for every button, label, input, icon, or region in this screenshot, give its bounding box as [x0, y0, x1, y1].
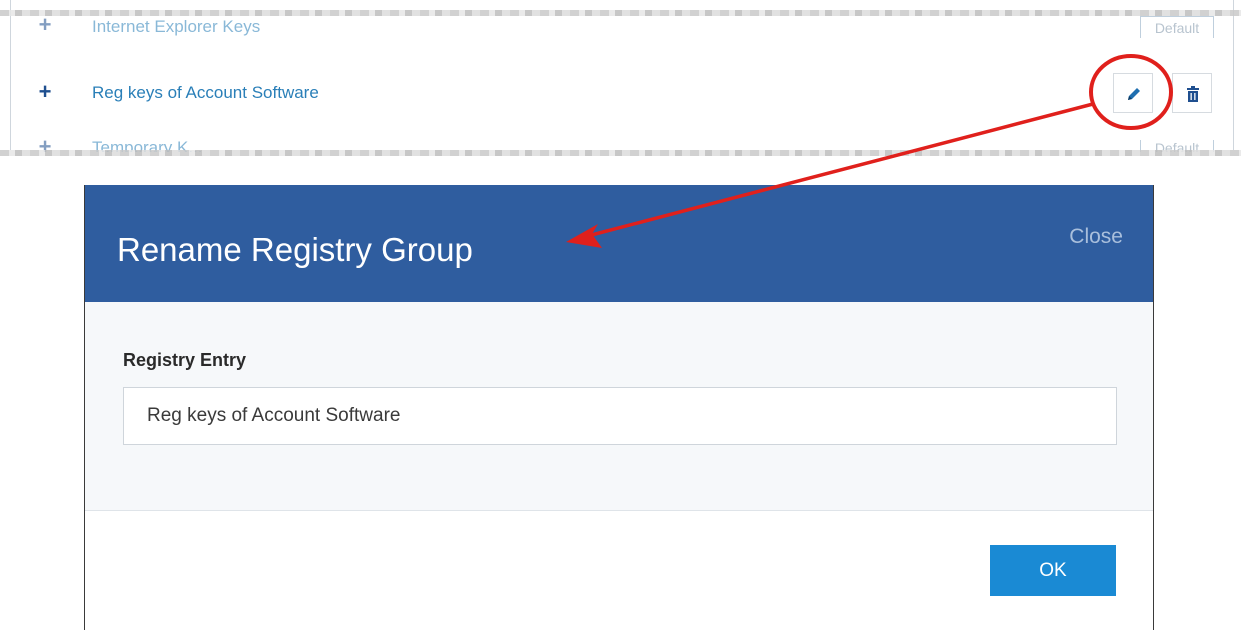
dialog-header: Rename Registry Group Close — [85, 185, 1153, 302]
ok-button[interactable]: OK — [990, 545, 1116, 596]
trash-icon — [1187, 86, 1199, 102]
rename-registry-group-dialog: Rename Registry Group Close Registry Ent… — [84, 185, 1154, 630]
torn-edge — [0, 10, 1241, 16]
default-badge: Default — [1140, 16, 1214, 38]
list-item[interactable]: + Reg keys of Account Software — [0, 77, 1241, 109]
torn-edge — [0, 150, 1241, 156]
close-button[interactable]: Close — [1069, 225, 1123, 249]
expand-plus-icon[interactable]: + — [36, 81, 54, 103]
registry-entry-input[interactable] — [123, 387, 1117, 445]
list-item-label[interactable]: Reg keys of Account Software — [92, 83, 319, 103]
dialog-title: Rename Registry Group — [117, 231, 473, 268]
list-item-label[interactable]: Internet Explorer Keys — [92, 17, 260, 37]
list-item[interactable]: + Internet Explorer Keys Default — [0, 16, 1241, 38]
delete-button[interactable] — [1172, 73, 1212, 113]
registry-group-list: + Internet Explorer Keys Default + Reg k… — [0, 0, 1241, 160]
dialog-body: Registry Entry — [85, 302, 1153, 511]
expand-plus-icon[interactable]: + — [36, 16, 54, 36]
registry-entry-label: Registry Entry — [123, 350, 247, 370]
edit-button[interactable] — [1113, 73, 1153, 113]
pencil-icon — [1128, 88, 1140, 100]
